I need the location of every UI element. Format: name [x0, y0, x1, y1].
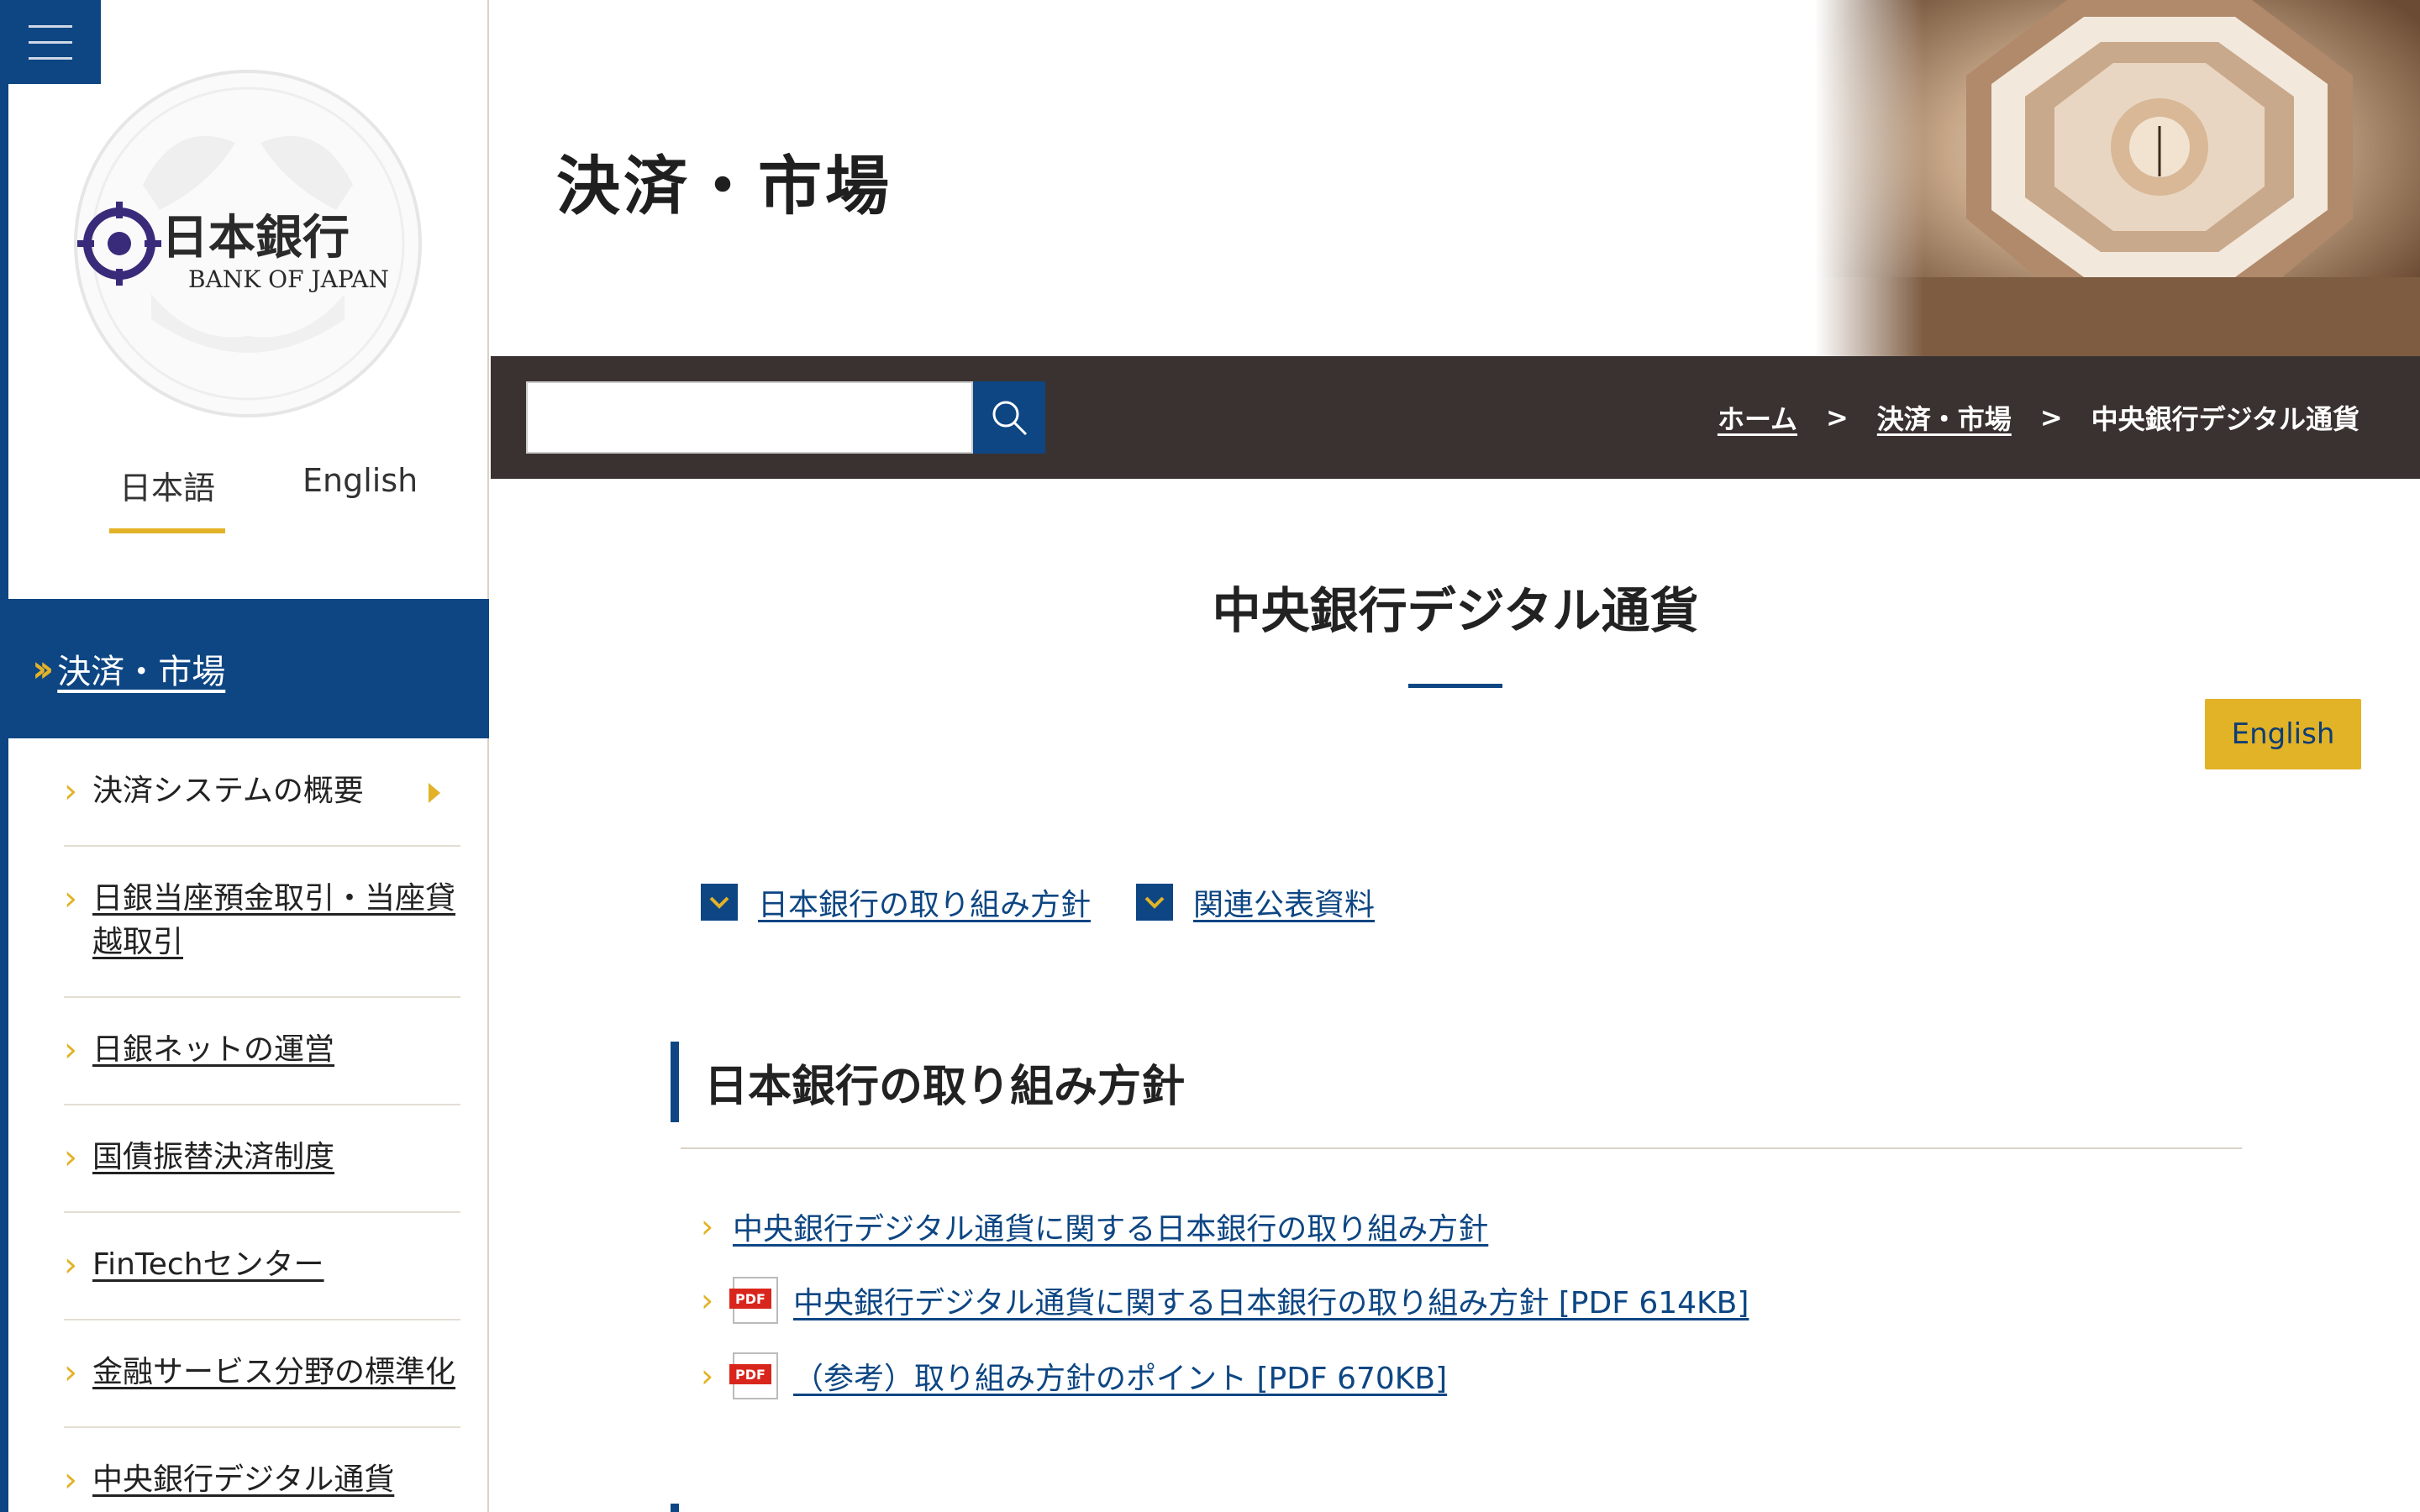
chevron-down-icon [701, 884, 738, 921]
sidebar: 日本銀行 BANK OF JAPAN 日本語 English ›› 決済・市場 … [0, 0, 489, 1512]
chevron-right-icon: › [701, 1357, 714, 1394]
chevron-right-icon: › [64, 772, 77, 811]
pdf-badge: PDF [729, 1364, 771, 1384]
section-heading: 日本銀行の取り組み方針 [671, 1042, 1185, 1122]
page-title: 中央銀行デジタル通貨 [1212, 582, 1699, 639]
menu-icon-bar [29, 24, 72, 28]
chevron-right-icon: › [64, 1461, 77, 1499]
pdf-badge: PDF [729, 1289, 771, 1309]
list-item: › PDF （参考）取り組み方針のポイント [PDF 670KB] [701, 1352, 1749, 1399]
sidebar-current-section-link[interactable]: 決済・市場 [57, 644, 225, 693]
lang-tab-english[interactable]: English [292, 462, 428, 533]
sidebar-item-label[interactable]: 決済システムの概要 [92, 769, 364, 813]
expand-triangle-icon[interactable] [429, 783, 440, 803]
breadcrumb-separator: > [1825, 402, 1849, 433]
chevron-right-icon: › [64, 879, 77, 918]
breadcrumb: ホーム > 決済・市場 > 中央銀行デジタル通貨 [1718, 356, 2360, 479]
menu-icon-bar [29, 56, 72, 60]
pdf-icon: PDF [729, 1277, 778, 1324]
page-header: 決済・市場 [491, 0, 2420, 356]
sidebar-item-cbdc[interactable]: › 中央銀行デジタル通貨 [64, 1428, 460, 1512]
logo-text-jp: 日本銀行 [161, 211, 350, 265]
lang-tab-japanese[interactable]: 日本語 [109, 462, 226, 533]
in-page-anchors: 日本銀行の取り組み方針 関連公表資料 [701, 880, 1375, 924]
breadcrumb-payment-markets[interactable]: 決済・市場 [1877, 398, 2012, 437]
sidebar-item-payment-overview[interactable]: › 決済システムの概要 [64, 739, 460, 847]
chevron-right-icon: › [64, 1031, 77, 1069]
header-title: 決済・市場 [556, 149, 892, 223]
anchor-related-materials[interactable]: 関連公表資料 [1136, 880, 1375, 924]
chevron-right-icon: › [701, 1208, 714, 1245]
english-page-button[interactable]: English [2205, 699, 2361, 769]
double-chevron-icon: ›› [32, 647, 54, 690]
breadcrumb-current: 中央銀行デジタル通貨 [2091, 403, 2360, 435]
sidebar-item-jgb-settlement[interactable]: › 国債振替決済制度 [64, 1105, 460, 1213]
language-tabs: 日本語 English [109, 462, 428, 533]
ceiling-photo [1815, 0, 2420, 356]
list-item: › 中央銀行デジタル通貨に関する日本銀行の取り組み方針 [701, 1205, 1749, 1248]
list-item: › PDF 中央銀行デジタル通貨に関する日本銀行の取り組み方針 [PDF 614… [701, 1277, 1749, 1324]
sidebar-item-label[interactable]: 日銀当座預金取引・当座貸越取引 [92, 877, 460, 964]
sidebar-item-label[interactable]: 日銀ネットの運営 [92, 1028, 334, 1072]
anchor-policy-link[interactable]: 日本銀行の取り組み方針 [758, 880, 1091, 924]
document-links: › 中央銀行デジタル通貨に関する日本銀行の取り組み方針 › PDF 中央銀行デジ… [701, 1205, 1749, 1428]
anchor-policy[interactable]: 日本銀行の取り組み方針 [701, 880, 1091, 924]
policy-pdf-link[interactable]: 中央銀行デジタル通貨に関する日本銀行の取り組み方針 [PDF 614KB] [793, 1278, 1749, 1322]
anchor-related-materials-link[interactable]: 関連公表資料 [1193, 880, 1375, 924]
policy-points-pdf-link[interactable]: （参考）取り組み方針のポイント [PDF 670KB] [793, 1354, 1447, 1398]
main-content: 中央銀行デジタル通貨 English 日本銀行の取り組み方針 関連公表資料 日本… [491, 479, 2420, 1512]
section-divider [681, 1147, 2242, 1149]
pdf-icon: PDF [729, 1352, 778, 1399]
logo-text-en: BANK OF JAPAN [188, 265, 389, 293]
search-icon [992, 401, 1028, 436]
menu-icon-bar [29, 40, 72, 44]
next-section-marker [671, 1504, 679, 1512]
chevron-right-icon: › [64, 1353, 77, 1392]
sidebar-item-label[interactable]: FinTechセンター [92, 1243, 324, 1287]
sidebar-item-boj-net[interactable]: › 日銀ネットの運営 [64, 998, 460, 1105]
sidebar-item-label[interactable]: 金融サービス分野の標準化 [92, 1351, 455, 1394]
bank-of-japan-logo[interactable]: 日本銀行 BANK OF JAPAN [67, 67, 429, 420]
search-button[interactable] [973, 381, 1045, 454]
sidebar-nav-list: › 決済システムの概要 › 日銀当座預金取引・当座貸越取引 › 日銀ネットの運営… [64, 739, 460, 1512]
breadcrumb-home[interactable]: ホーム [1718, 398, 1797, 437]
policy-html-link[interactable]: 中央銀行デジタル通貨に関する日本銀行の取り組み方針 [733, 1205, 1488, 1248]
sidebar-stripe [0, 0, 8, 1512]
title-underline [1408, 684, 1502, 688]
breadcrumb-separator: > [2039, 402, 2063, 433]
sidebar-current-section: ›› 決済・市場 [8, 599, 489, 738]
chevron-right-icon: › [701, 1282, 714, 1319]
chevron-right-icon: › [64, 1246, 77, 1284]
sidebar-item-label[interactable]: 国債振替決済制度 [92, 1136, 334, 1179]
search-bar: ホーム > 決済・市場 > 中央銀行デジタル通貨 [491, 356, 2420, 479]
sidebar-item-current-account[interactable]: › 日銀当座預金取引・当座貸越取引 [64, 847, 460, 998]
sidebar-item-label[interactable]: 中央銀行デジタル通貨 [92, 1458, 394, 1502]
chevron-right-icon: › [64, 1138, 77, 1177]
chevron-down-icon [1136, 884, 1174, 921]
sidebar-item-fintech[interactable]: › FinTechセンター [64, 1213, 460, 1320]
search-input[interactable] [526, 381, 973, 454]
sidebar-item-standardization[interactable]: › 金融サービス分野の標準化 [64, 1320, 460, 1428]
